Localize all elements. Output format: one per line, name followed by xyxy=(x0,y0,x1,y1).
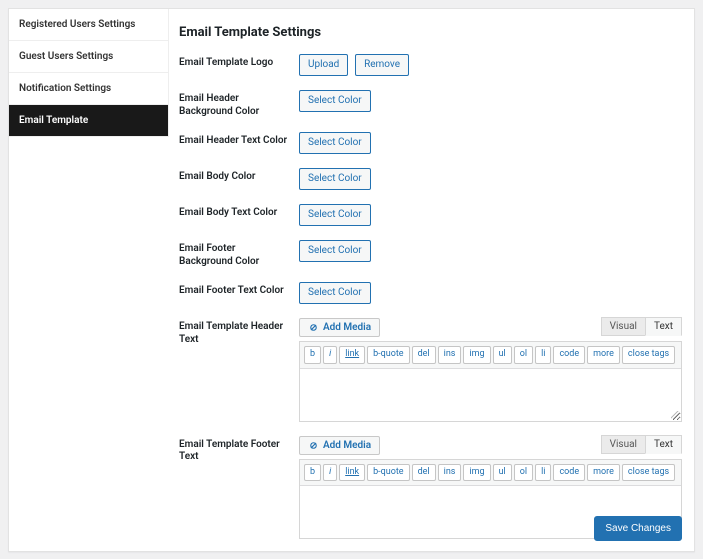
media-icon xyxy=(308,440,319,451)
tab-visual-footer[interactable]: Visual xyxy=(601,435,646,454)
sidebar-item-notification[interactable]: Notification Settings xyxy=(9,73,168,105)
row-footer-bg-color: Email Footer Background Color Select Col… xyxy=(179,240,682,268)
editor-toolbar-header: b i link b-quote del ins img ul ol li co… xyxy=(300,342,681,369)
label-footer-bg-color: Email Footer Background Color xyxy=(179,240,299,268)
select-color-header-text[interactable]: Select Color xyxy=(299,132,371,154)
qt-ol[interactable]: ol xyxy=(514,346,533,364)
save-changes-button[interactable]: Save Changes xyxy=(594,516,682,541)
add-media-button-footer[interactable]: Add Media xyxy=(299,436,380,455)
qt-code[interactable]: code xyxy=(553,464,585,482)
row-body-color: Email Body Color Select Color xyxy=(179,168,682,190)
row-template-header-text: Email Template Header Text Add Media Vis… xyxy=(179,318,682,422)
qt-link[interactable]: link xyxy=(339,464,365,482)
row-header-text-color: Email Header Text Color Select Color xyxy=(179,132,682,154)
row-email-template-logo: Email Template Logo Upload Remove xyxy=(179,54,682,76)
qt-code[interactable]: code xyxy=(553,346,585,364)
label-header-text-color: Email Header Text Color xyxy=(179,132,299,148)
settings-content: Email Template Settings Email Template L… xyxy=(179,25,682,541)
sidebar-item-registered-users[interactable]: Registered Users Settings xyxy=(9,9,168,41)
label-template-header-text: Email Template Header Text xyxy=(179,318,299,346)
qt-ins[interactable]: ins xyxy=(438,346,462,364)
upload-button[interactable]: Upload xyxy=(299,54,348,76)
label-body-text-color: Email Body Text Color xyxy=(179,204,299,220)
qt-ul[interactable]: ul xyxy=(493,346,512,364)
qt-b[interactable]: b xyxy=(304,346,321,364)
qt-li[interactable]: li xyxy=(535,464,551,482)
qt-more[interactable]: more xyxy=(587,346,620,364)
sidebar-item-email-template[interactable]: Email Template xyxy=(9,105,168,137)
qt-img[interactable]: img xyxy=(463,464,490,482)
qt-link[interactable]: link xyxy=(339,346,365,364)
qt-i[interactable]: i xyxy=(323,346,337,364)
qt-ins[interactable]: ins xyxy=(438,464,462,482)
select-color-footer-bg[interactable]: Select Color xyxy=(299,240,371,262)
editor-toolbar-footer: b i link b-quote del ins img ul ol li co… xyxy=(300,460,681,487)
add-media-label: Add Media xyxy=(323,440,371,451)
label-footer-text-color: Email Footer Text Color xyxy=(179,282,299,298)
editor-tabs-footer: Visual Text xyxy=(602,435,682,454)
select-color-footer-text[interactable]: Select Color xyxy=(299,282,371,304)
tab-text-header[interactable]: Text xyxy=(645,317,682,336)
editor-textarea-header[interactable] xyxy=(300,369,681,421)
qt-close[interactable]: close tags xyxy=(622,464,675,482)
qt-more[interactable]: more xyxy=(587,464,620,482)
select-color-header-bg[interactable]: Select Color xyxy=(299,90,371,112)
label-header-bg-color: Email Header Background Color xyxy=(179,90,299,118)
label-email-template-logo: Email Template Logo xyxy=(179,54,299,70)
editor-tabs-header: Visual Text xyxy=(602,317,682,336)
row-body-text-color: Email Body Text Color Select Color xyxy=(179,204,682,226)
qt-del[interactable]: del xyxy=(412,464,436,482)
media-icon xyxy=(308,322,319,333)
qt-img[interactable]: img xyxy=(463,346,490,364)
qt-del[interactable]: del xyxy=(412,346,436,364)
tab-visual-header[interactable]: Visual xyxy=(601,317,646,336)
settings-sidebar: Registered Users Settings Guest Users Se… xyxy=(9,9,169,137)
page-title: Email Template Settings xyxy=(179,25,682,40)
label-body-color: Email Body Color xyxy=(179,168,299,184)
add-media-button-header[interactable]: Add Media xyxy=(299,318,380,337)
add-media-label: Add Media xyxy=(323,322,371,333)
qt-ul[interactable]: ul xyxy=(493,464,512,482)
row-header-bg-color: Email Header Background Color Select Col… xyxy=(179,90,682,118)
remove-button[interactable]: Remove xyxy=(355,54,409,76)
row-footer-text-color: Email Footer Text Color Select Color xyxy=(179,282,682,304)
qt-i[interactable]: i xyxy=(323,464,337,482)
select-color-body[interactable]: Select Color xyxy=(299,168,371,190)
tab-text-footer[interactable]: Text xyxy=(645,435,682,454)
qt-bquote[interactable]: b-quote xyxy=(367,346,409,364)
editor-header: b i link b-quote del ins img ul ol li co… xyxy=(299,341,682,422)
select-color-body-text[interactable]: Select Color xyxy=(299,204,371,226)
qt-ol[interactable]: ol xyxy=(514,464,533,482)
qt-close[interactable]: close tags xyxy=(622,346,675,364)
qt-bquote[interactable]: b-quote xyxy=(367,464,409,482)
settings-panel: Registered Users Settings Guest Users Se… xyxy=(8,8,695,552)
sidebar-item-guest-users[interactable]: Guest Users Settings xyxy=(9,41,168,73)
qt-b[interactable]: b xyxy=(304,464,321,482)
label-template-footer-text: Email Template Footer Text xyxy=(179,436,299,464)
qt-li[interactable]: li xyxy=(535,346,551,364)
